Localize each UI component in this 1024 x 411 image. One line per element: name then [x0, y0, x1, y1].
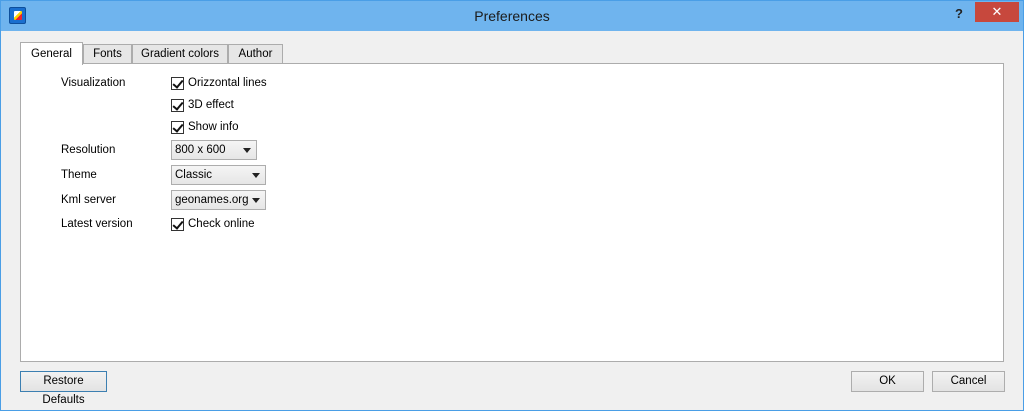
- kml-server-label: Kml server: [61, 194, 116, 206]
- visualization-label: Visualization: [61, 77, 126, 89]
- kml-server-value: geonames.org: [175, 194, 249, 206]
- show-info-label: Show info: [188, 121, 239, 133]
- window-title: Preferences: [474, 8, 550, 24]
- chevron-down-icon: [243, 148, 251, 153]
- help-button[interactable]: ?: [949, 4, 969, 24]
- resolution-label: Resolution: [61, 144, 116, 156]
- theme-select[interactable]: Classic: [171, 165, 266, 185]
- 3d-effect-label: 3D effect: [188, 99, 234, 111]
- orizzontal-lines-checkbox[interactable]: [171, 77, 184, 90]
- tab-general[interactable]: General: [20, 42, 83, 65]
- resolution-value: 800 x 600: [175, 144, 226, 156]
- theme-label: Theme: [61, 169, 97, 181]
- chevron-down-icon: [252, 198, 260, 203]
- restore-defaults-button[interactable]: Restore Defaults: [20, 371, 107, 406]
- close-button[interactable]: ✕: [975, 2, 1019, 22]
- title-bar: Preferences ? ✕: [1, 1, 1023, 31]
- ok-button[interactable]: OK: [851, 371, 924, 392]
- tab-fonts[interactable]: Fonts: [83, 44, 132, 64]
- tab-author[interactable]: Author: [228, 44, 283, 64]
- 3d-effect-checkbox[interactable]: [171, 99, 184, 112]
- latest-version-label: Latest version: [61, 218, 133, 230]
- check-online-label: Check online: [188, 218, 255, 230]
- check-online-checkbox[interactable]: [171, 218, 184, 231]
- cancel-button[interactable]: Cancel: [932, 371, 1005, 392]
- resolution-select[interactable]: 800 x 600: [171, 140, 257, 160]
- tab-gradient-colors[interactable]: Gradient colors: [132, 44, 228, 64]
- general-panel: Visualization Orizzontal lines 3D effect…: [20, 63, 1004, 362]
- preferences-window: Preferences ? ✕ General Fonts Gradient c…: [0, 0, 1024, 411]
- chevron-down-icon: [252, 173, 260, 178]
- kml-server-select[interactable]: geonames.org: [171, 190, 266, 210]
- orizzontal-lines-label: Orizzontal lines: [188, 77, 267, 89]
- show-info-checkbox[interactable]: [171, 121, 184, 134]
- theme-value: Classic: [175, 169, 213, 181]
